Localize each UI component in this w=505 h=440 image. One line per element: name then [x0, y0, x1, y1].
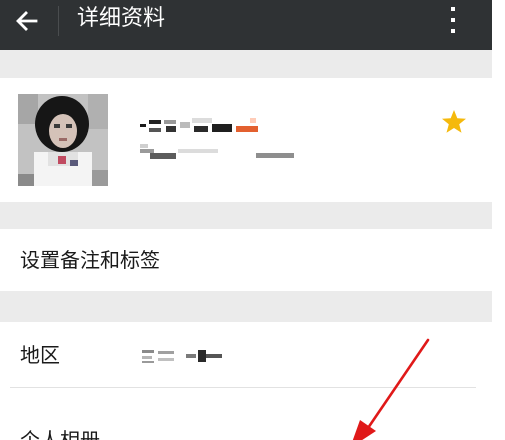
- avatar[interactable]: [18, 94, 108, 186]
- star-button[interactable]: [440, 108, 468, 136]
- remark-tags-label: 设置备注和标签: [20, 248, 160, 272]
- page-title: 详细资料: [77, 6, 166, 31]
- section-gap: [0, 202, 492, 229]
- region-value: [140, 348, 236, 364]
- album-row[interactable]: 个人相册: [0, 388, 492, 440]
- more-options-button[interactable]: [441, 2, 465, 38]
- title-divider: [58, 6, 59, 36]
- more-vertical-icon: [451, 7, 455, 33]
- top-bar: 详细资料: [0, 0, 492, 50]
- nickname: [140, 114, 260, 140]
- screen-edge: [492, 0, 505, 440]
- region-row: 地区: [0, 322, 492, 387]
- back-button[interactable]: [10, 4, 44, 38]
- album-label: 个人相册: [20, 428, 100, 440]
- profile-card[interactable]: [0, 78, 492, 202]
- section-gap: [0, 50, 492, 78]
- section-gap: [0, 291, 492, 322]
- star-icon: [442, 110, 466, 133]
- region-label: 地区: [20, 343, 60, 367]
- arrow-left-icon: [16, 11, 38, 31]
- avatar-photo: [18, 94, 108, 186]
- account-id: [140, 144, 300, 162]
- remark-tags-row[interactable]: 设置备注和标签: [0, 229, 492, 291]
